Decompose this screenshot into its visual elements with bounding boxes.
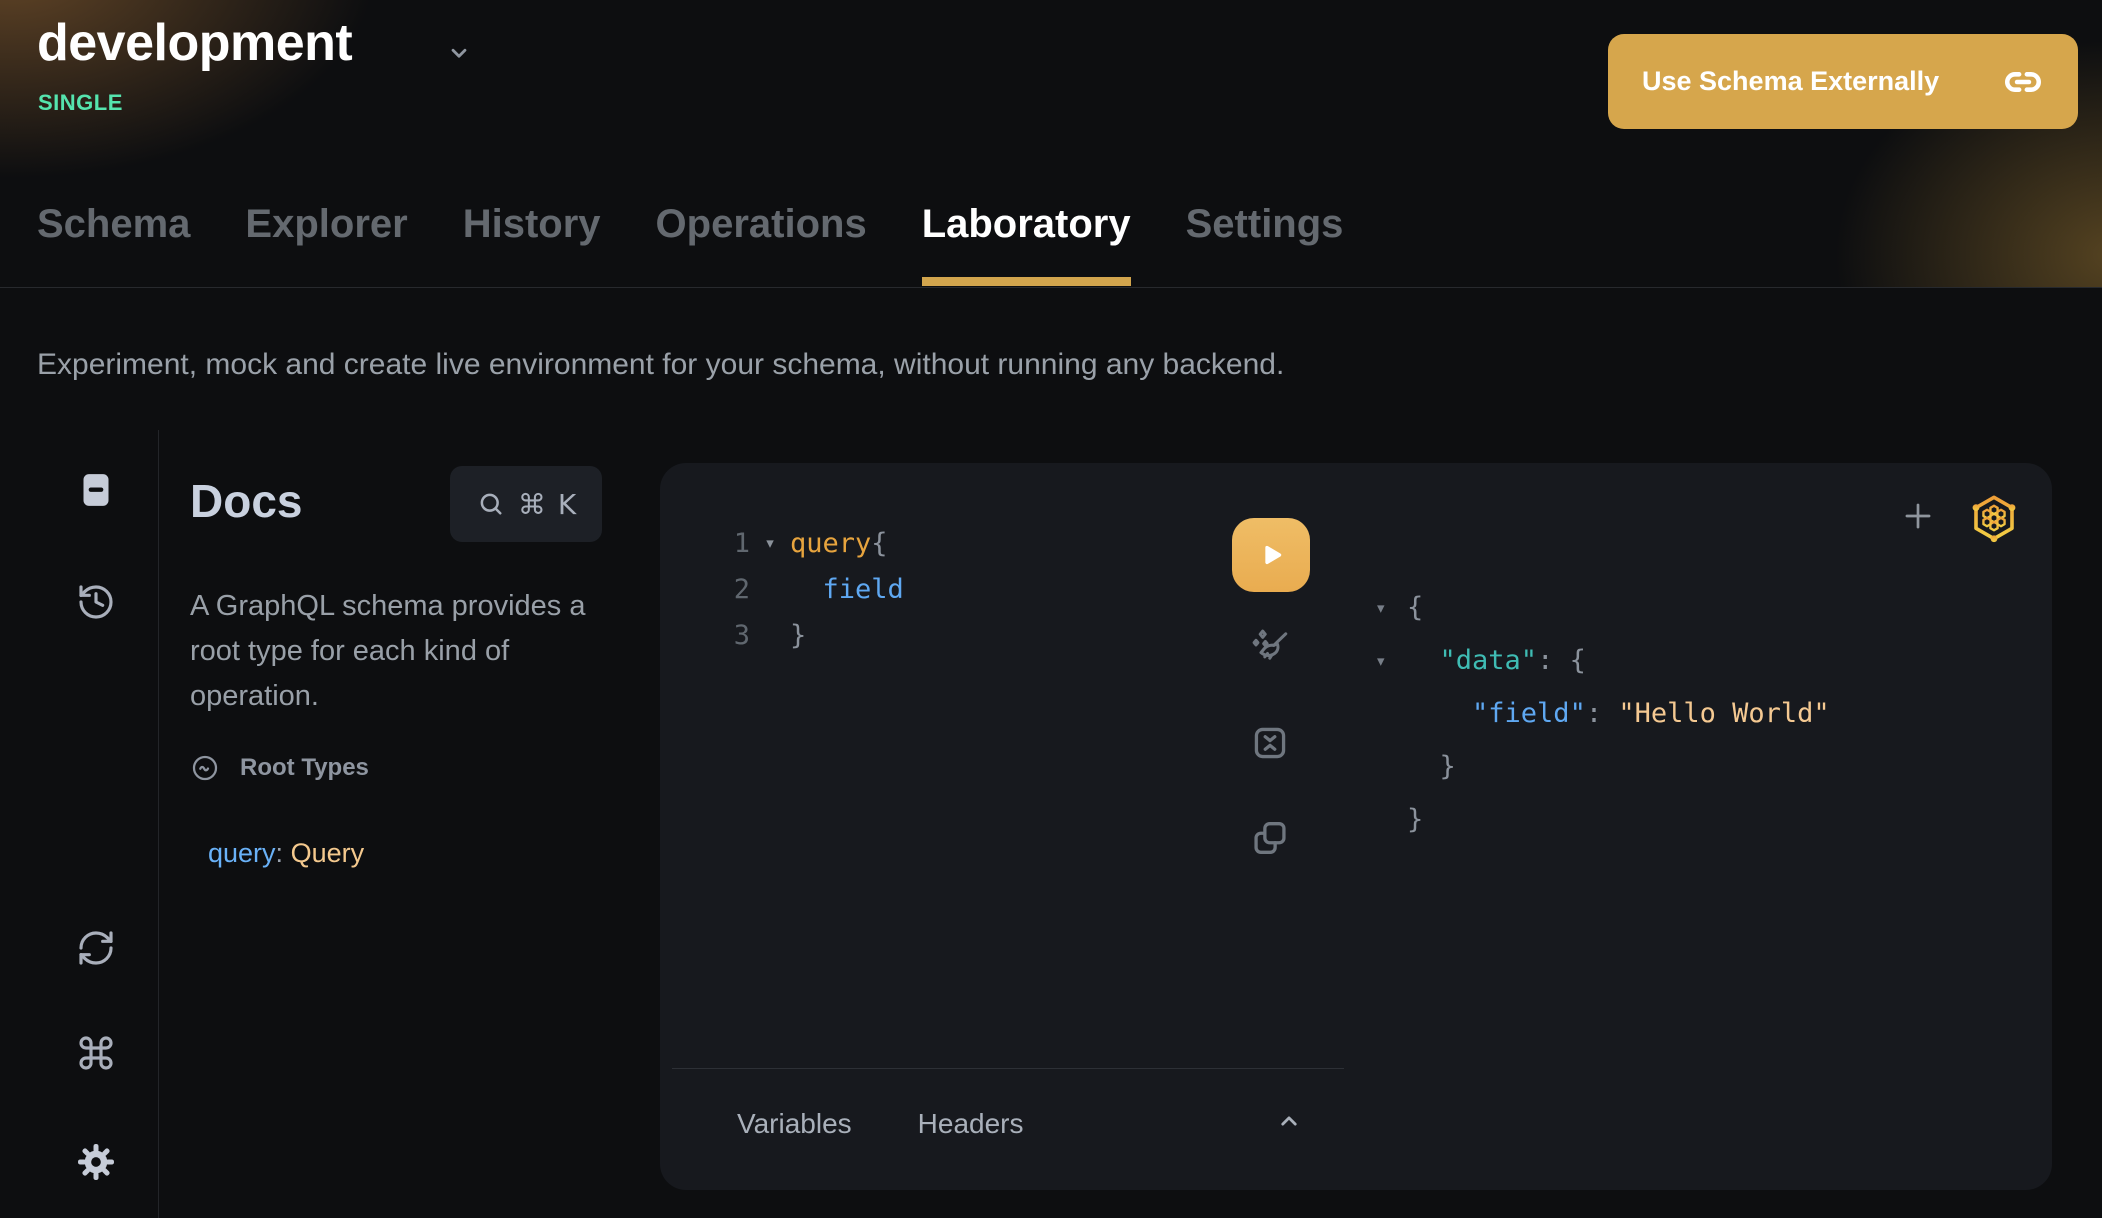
fold-marker[interactable]: ▾ <box>1377 599 1407 617</box>
merge-icon <box>1248 721 1292 765</box>
line-number: 3 <box>660 620 750 651</box>
editor-line: 2 field <box>660 566 904 612</box>
response-line: } <box>1377 793 1830 846</box>
code-token: query <box>790 528 871 559</box>
response-line: "field": "Hello World" <box>1377 687 1830 740</box>
code-token: { <box>1570 645 1586 676</box>
code-token <box>1407 698 1472 729</box>
code-token-group: "data": { <box>1407 645 1586 676</box>
code-token-group: } <box>790 620 806 651</box>
code-token-group: } <box>1407 751 1456 782</box>
add-tab-button[interactable] <box>1899 497 1937 535</box>
code-token-group: { <box>1407 592 1423 623</box>
code-token: "field" <box>1472 698 1586 729</box>
hive-honeycomb-icon <box>1967 491 2021 545</box>
history-icon <box>76 582 116 622</box>
editor-footer-tabs: Variables Headers <box>737 1108 1024 1140</box>
docs-search-button[interactable]: ⌘ K <box>450 466 602 542</box>
refresh-icon <box>76 928 116 968</box>
code-token: : <box>1586 698 1619 729</box>
merge-fragments-button[interactable] <box>1247 720 1293 766</box>
code-token: field <box>790 574 904 605</box>
code-token: } <box>790 620 806 651</box>
code-token: } <box>1407 751 1456 782</box>
tab-laboratory[interactable]: Laboratory <box>922 200 1131 248</box>
root-type-separator: : <box>276 838 291 868</box>
shortcut-modifier: ⌘ <box>518 488 546 521</box>
page-header: development SINGLE Use Schema Externally… <box>0 0 2102 288</box>
response-line: ▾{ <box>1377 581 1830 634</box>
hive-logo[interactable] <box>1967 491 2021 545</box>
code-token-group: } <box>1407 804 1423 835</box>
docs-panel-title: Docs <box>190 474 302 528</box>
editor-line: 1▾query{ <box>660 520 904 566</box>
root-type-name: Query <box>291 838 365 868</box>
prettify-broom-icon <box>1247 625 1293 671</box>
chevron-up-icon <box>1274 1106 1304 1136</box>
code-token: : <box>1537 645 1570 676</box>
chevron-down-icon <box>446 40 472 66</box>
code-token <box>1407 645 1440 676</box>
response-line: } <box>1377 740 1830 793</box>
target-mode-badge: SINGLE <box>38 90 123 116</box>
code-token-group: "field": "Hello World" <box>1407 698 1830 729</box>
fold-marker[interactable]: ▾ <box>750 534 790 552</box>
root-types-section: Root Types <box>190 753 369 783</box>
search-icon <box>476 489 506 519</box>
sidebar-item-history[interactable] <box>74 580 118 624</box>
root-type-field: query <box>208 838 276 868</box>
copy-icon <box>1248 816 1292 860</box>
page-description: Experiment, mock and create live environ… <box>37 348 1284 382</box>
play-icon <box>1254 538 1288 572</box>
line-number: 1 <box>660 528 750 559</box>
project-title: development <box>37 12 352 74</box>
sidebar-item-docs[interactable] <box>74 468 118 512</box>
code-token: "data" <box>1440 645 1538 676</box>
tab-history[interactable]: History <box>463 200 601 248</box>
graphiql-card: 1▾query{2 field3} <box>660 463 2052 1190</box>
code-token: { <box>1407 592 1423 623</box>
circle-tilde-icon <box>190 753 220 783</box>
hive-laboratory-page: development SINGLE Use Schema Externally… <box>0 0 2102 1218</box>
code-token-group: field <box>790 574 904 605</box>
gear-icon <box>76 1142 116 1182</box>
root-types-label: Root Types <box>240 754 369 782</box>
collapse-footer-button[interactable] <box>1274 1106 1304 1141</box>
editor-line: 3} <box>660 612 904 658</box>
code-token: "Hello World" <box>1618 698 1829 729</box>
sidebar-item-shortcuts[interactable] <box>74 1031 118 1075</box>
root-type-query-link[interactable]: query: Query <box>208 838 364 869</box>
response-viewer: ▾{▾ "data": { "field": "Hello World" }} <box>1377 581 1830 846</box>
code-token-group: query{ <box>790 528 888 559</box>
query-editor-lines[interactable]: 1▾query{2 field3} <box>660 520 904 658</box>
tab-schema[interactable]: Schema <box>37 200 190 248</box>
use-schema-externally-label: Use Schema Externally <box>1642 66 1939 97</box>
response-line: ▾ "data": { <box>1377 634 1830 687</box>
tab-variables[interactable]: Variables <box>737 1108 852 1140</box>
sidebar-item-reload-schema[interactable] <box>74 926 118 970</box>
top-nav-tabs: Schema Explorer History Operations Labor… <box>37 200 1343 248</box>
code-token: { <box>871 528 887 559</box>
plus-icon <box>1899 497 1937 535</box>
shortcut-key: K <box>558 488 576 521</box>
editor-footer-divider <box>672 1068 1344 1069</box>
prettify-query-button[interactable] <box>1247 625 1293 671</box>
project-switcher[interactable] <box>446 40 472 71</box>
tab-operations[interactable]: Operations <box>656 200 867 248</box>
tab-settings[interactable]: Settings <box>1186 200 1344 248</box>
execute-query-button[interactable] <box>1232 518 1310 592</box>
sidebar-item-settings[interactable] <box>74 1140 118 1184</box>
fold-marker[interactable]: ▾ <box>1377 652 1407 670</box>
copy-query-button[interactable] <box>1247 815 1293 861</box>
line-number: 2 <box>660 574 750 605</box>
tab-headers[interactable]: Headers <box>918 1108 1024 1140</box>
code-token: } <box>1407 804 1423 835</box>
tab-explorer[interactable]: Explorer <box>245 200 407 248</box>
sidebar-divider <box>158 430 159 1218</box>
book-icon <box>76 470 116 510</box>
docs-description: A GraphQL schema provides a root type fo… <box>190 584 630 719</box>
command-icon <box>76 1033 116 1073</box>
use-schema-externally-button[interactable]: Use Schema Externally <box>1608 34 2078 129</box>
link-icon <box>2002 61 2044 103</box>
